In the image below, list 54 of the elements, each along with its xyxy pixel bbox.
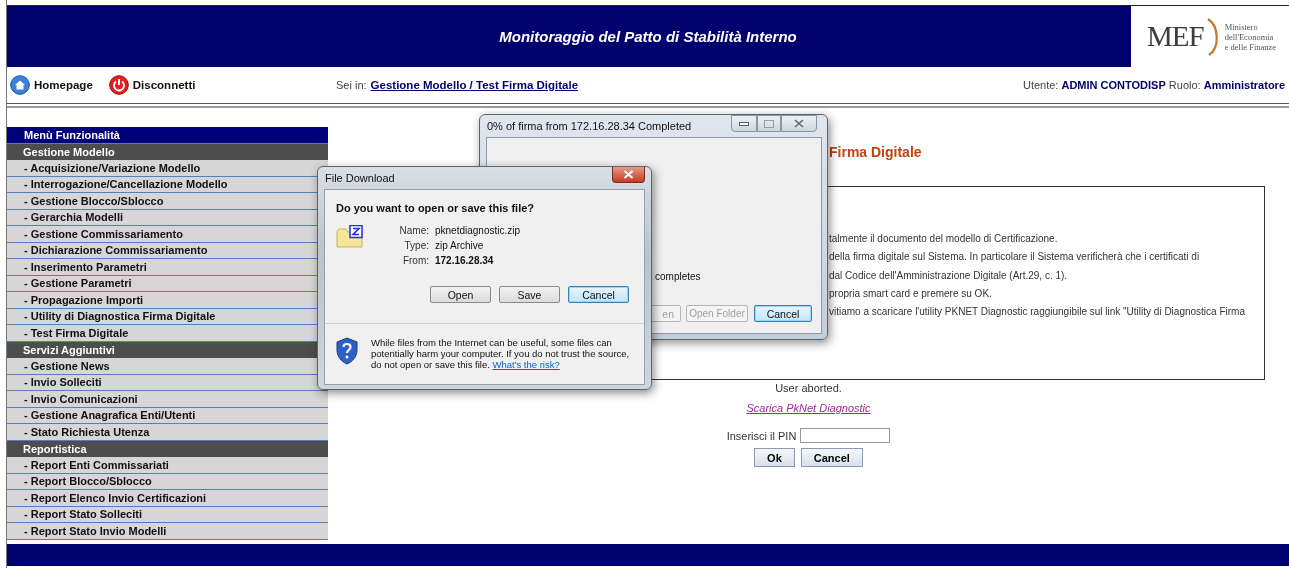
field-value: pknetdiagnostic.zip (435, 225, 521, 236)
form-button[interactable]: Cancel (800, 448, 863, 467)
pin-label: Inserisci il PIN (726, 429, 797, 442)
ministry-name: Ministero dell'Economia e delle Finanze (1224, 21, 1277, 52)
risk-link[interactable]: What's the risk? (492, 359, 560, 370)
field-label: Name: (398, 225, 429, 236)
logo-arc-icon (1206, 17, 1219, 56)
instruction-text: dal Codice dell'Amministrazione Digitale (Art.29, c. 1). (829, 268, 1069, 283)
site-title: Monitoraggio del Patto di Stabilità Interno (499, 28, 797, 45)
instruction-text: vitiamo a scaricare l'utility PKNET Diagnostic raggiungibile sul link "Utility di Diagnostica Firma (829, 305, 1246, 320)
nav-link[interactable]: Disconnetti (108, 75, 196, 95)
instruction-text: talmente il documento del modello di Certificazione. (829, 232, 1059, 246)
menu-item[interactable]: - Report Elenco Invio Certificazioni (7, 490, 328, 507)
user-info: Utente: ADMIN CONTODISP Ruolo: Amministratore (1022, 79, 1286, 91)
close-icon (623, 170, 634, 179)
field-label: From: (401, 255, 429, 266)
minimize-button[interactable] (731, 115, 757, 132)
dialog-button[interactable]: Cancel (754, 305, 812, 322)
menu-item[interactable]: - Report Enti Commissariati (7, 457, 328, 474)
power-icon (108, 75, 129, 95)
progress-text: completes (655, 271, 701, 282)
field-value: zip Archive (435, 240, 485, 251)
pin-field[interactable] (800, 428, 891, 443)
dialog-title: File Download (325, 172, 395, 184)
page-heading: Firma Digitale (829, 144, 923, 160)
dialog-title: 0% of firma from 172.16.28.34 Completed (487, 120, 692, 132)
dialog-button[interactable]: Save (499, 286, 560, 303)
maximize-icon (764, 119, 774, 128)
warning-text: While files from the Internet can be useful, some files can potentially harm your computer. If you do not trust the source, do not open or save this file. What's the risk? (371, 337, 631, 370)
dialog-button[interactable]: Open (430, 286, 491, 303)
download-link[interactable]: Scarica PkNet Diagnostic (746, 402, 871, 414)
field-label: Type: (403, 240, 429, 251)
instruction-text: della firma digitale sul Sistema. In particolare il Sistema verificherà che i certificati di (829, 250, 1201, 265)
breadcrumb-link[interactable]: Gestione Modello / Test Firma Digitale (370, 79, 579, 91)
logo-mark: MEF (1147, 20, 1204, 53)
menu-item[interactable]: - Invio Comunicazioni (7, 391, 328, 408)
minimize-icon (739, 121, 749, 126)
status-message: User aborted. (775, 382, 842, 394)
menu-item[interactable]: - Stato Richiesta Utenza (7, 424, 328, 441)
nav-link[interactable]: Homepage (10, 75, 93, 95)
instruction-text: propria smart card e premere su OK. (829, 286, 993, 301)
form-button[interactable]: Ok (754, 448, 795, 467)
field-value: 172.16.28.34 (435, 255, 495, 266)
close-button[interactable] (612, 167, 645, 183)
menu-title: Menù Funzionalità (7, 127, 328, 144)
close-icon (794, 119, 804, 128)
close-button[interactable] (781, 115, 817, 132)
menu-item[interactable]: - Report Stato Invio Modelli (7, 523, 328, 540)
dialog-question: Do you want to open or save this file? (336, 202, 536, 214)
shield-question-icon (336, 337, 358, 365)
dialog-button[interactable]: Cancel (568, 286, 629, 303)
zip-folder-icon (336, 225, 363, 249)
breadcrumb-label: Sei in: (336, 79, 367, 91)
home-icon (10, 75, 30, 95)
